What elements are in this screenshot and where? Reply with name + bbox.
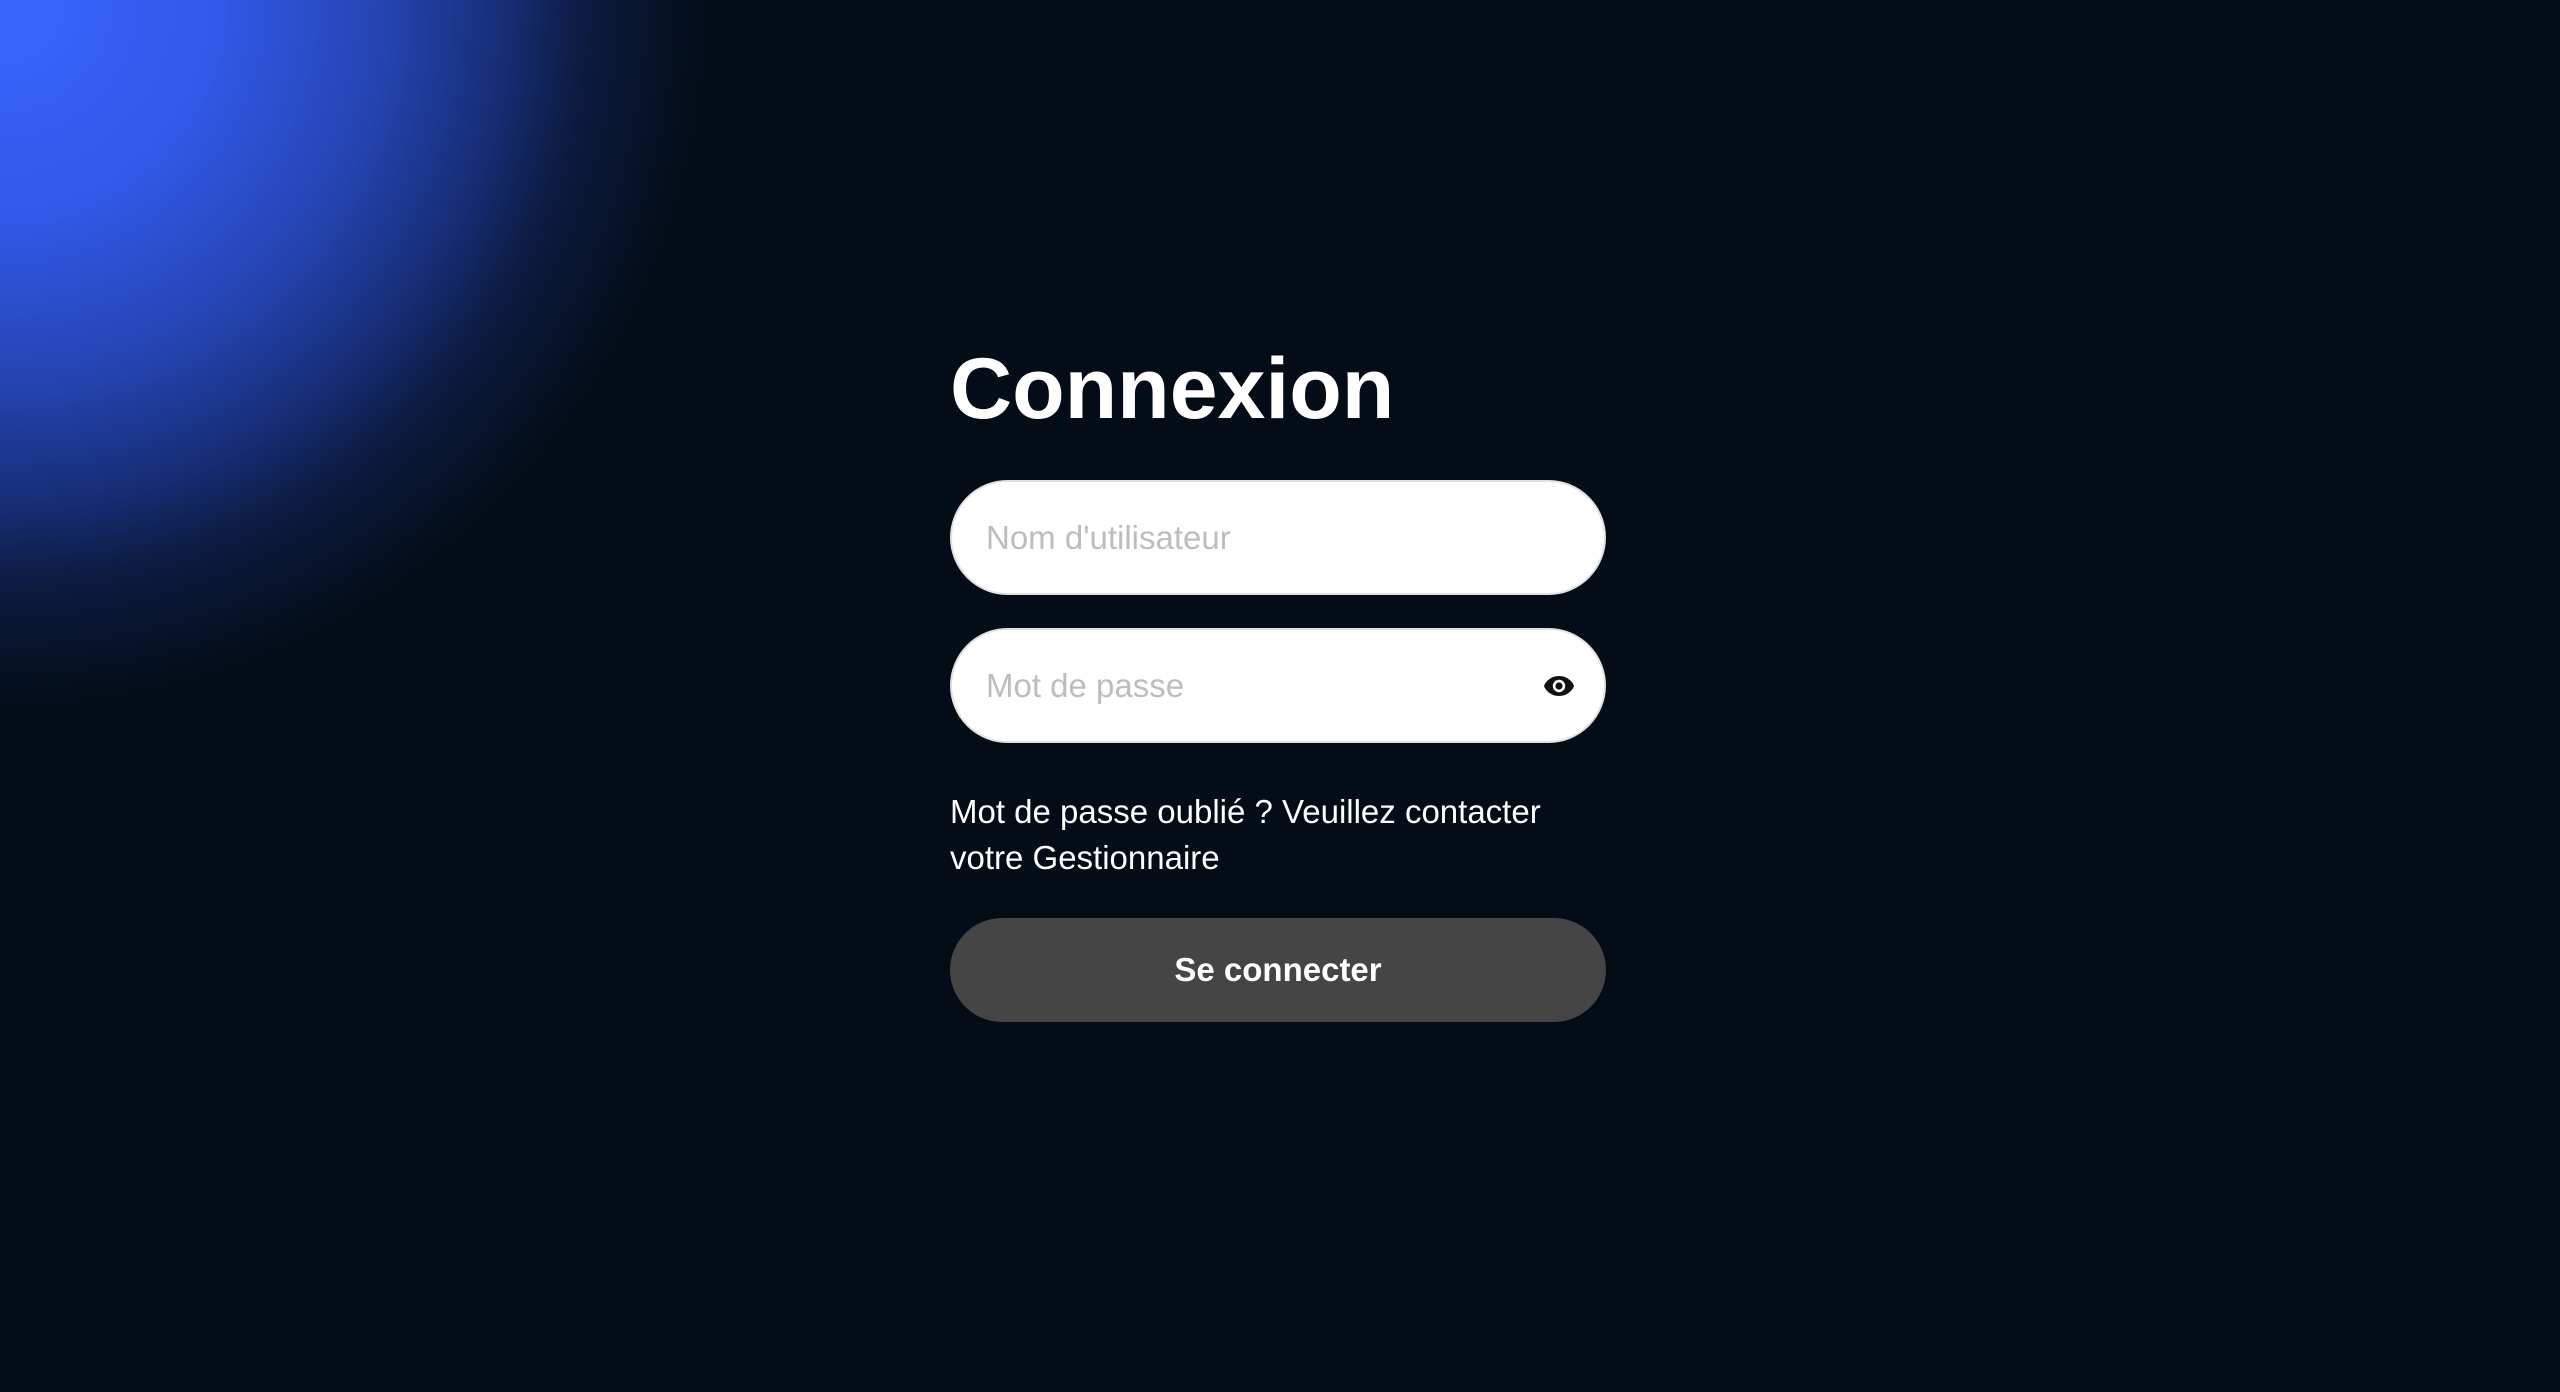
background-glow xyxy=(0,0,720,720)
page-title: Connexion xyxy=(950,341,1395,437)
eye-icon[interactable] xyxy=(1542,669,1576,703)
password-field-wrapper xyxy=(950,628,1606,743)
login-form: Connexion Mot de passe oublié ? Veuillez… xyxy=(950,330,1606,1022)
forgot-password-text: Mot de passe oublié ? Veuillez contacter… xyxy=(950,793,1541,876)
login-page: Connexion Mot de passe oublié ? Veuillez… xyxy=(0,0,2560,1392)
username-field-wrapper xyxy=(950,480,1606,595)
username-input[interactable] xyxy=(952,482,1604,593)
login-button[interactable]: Se connecter xyxy=(950,918,1606,1022)
password-input[interactable] xyxy=(952,630,1604,741)
